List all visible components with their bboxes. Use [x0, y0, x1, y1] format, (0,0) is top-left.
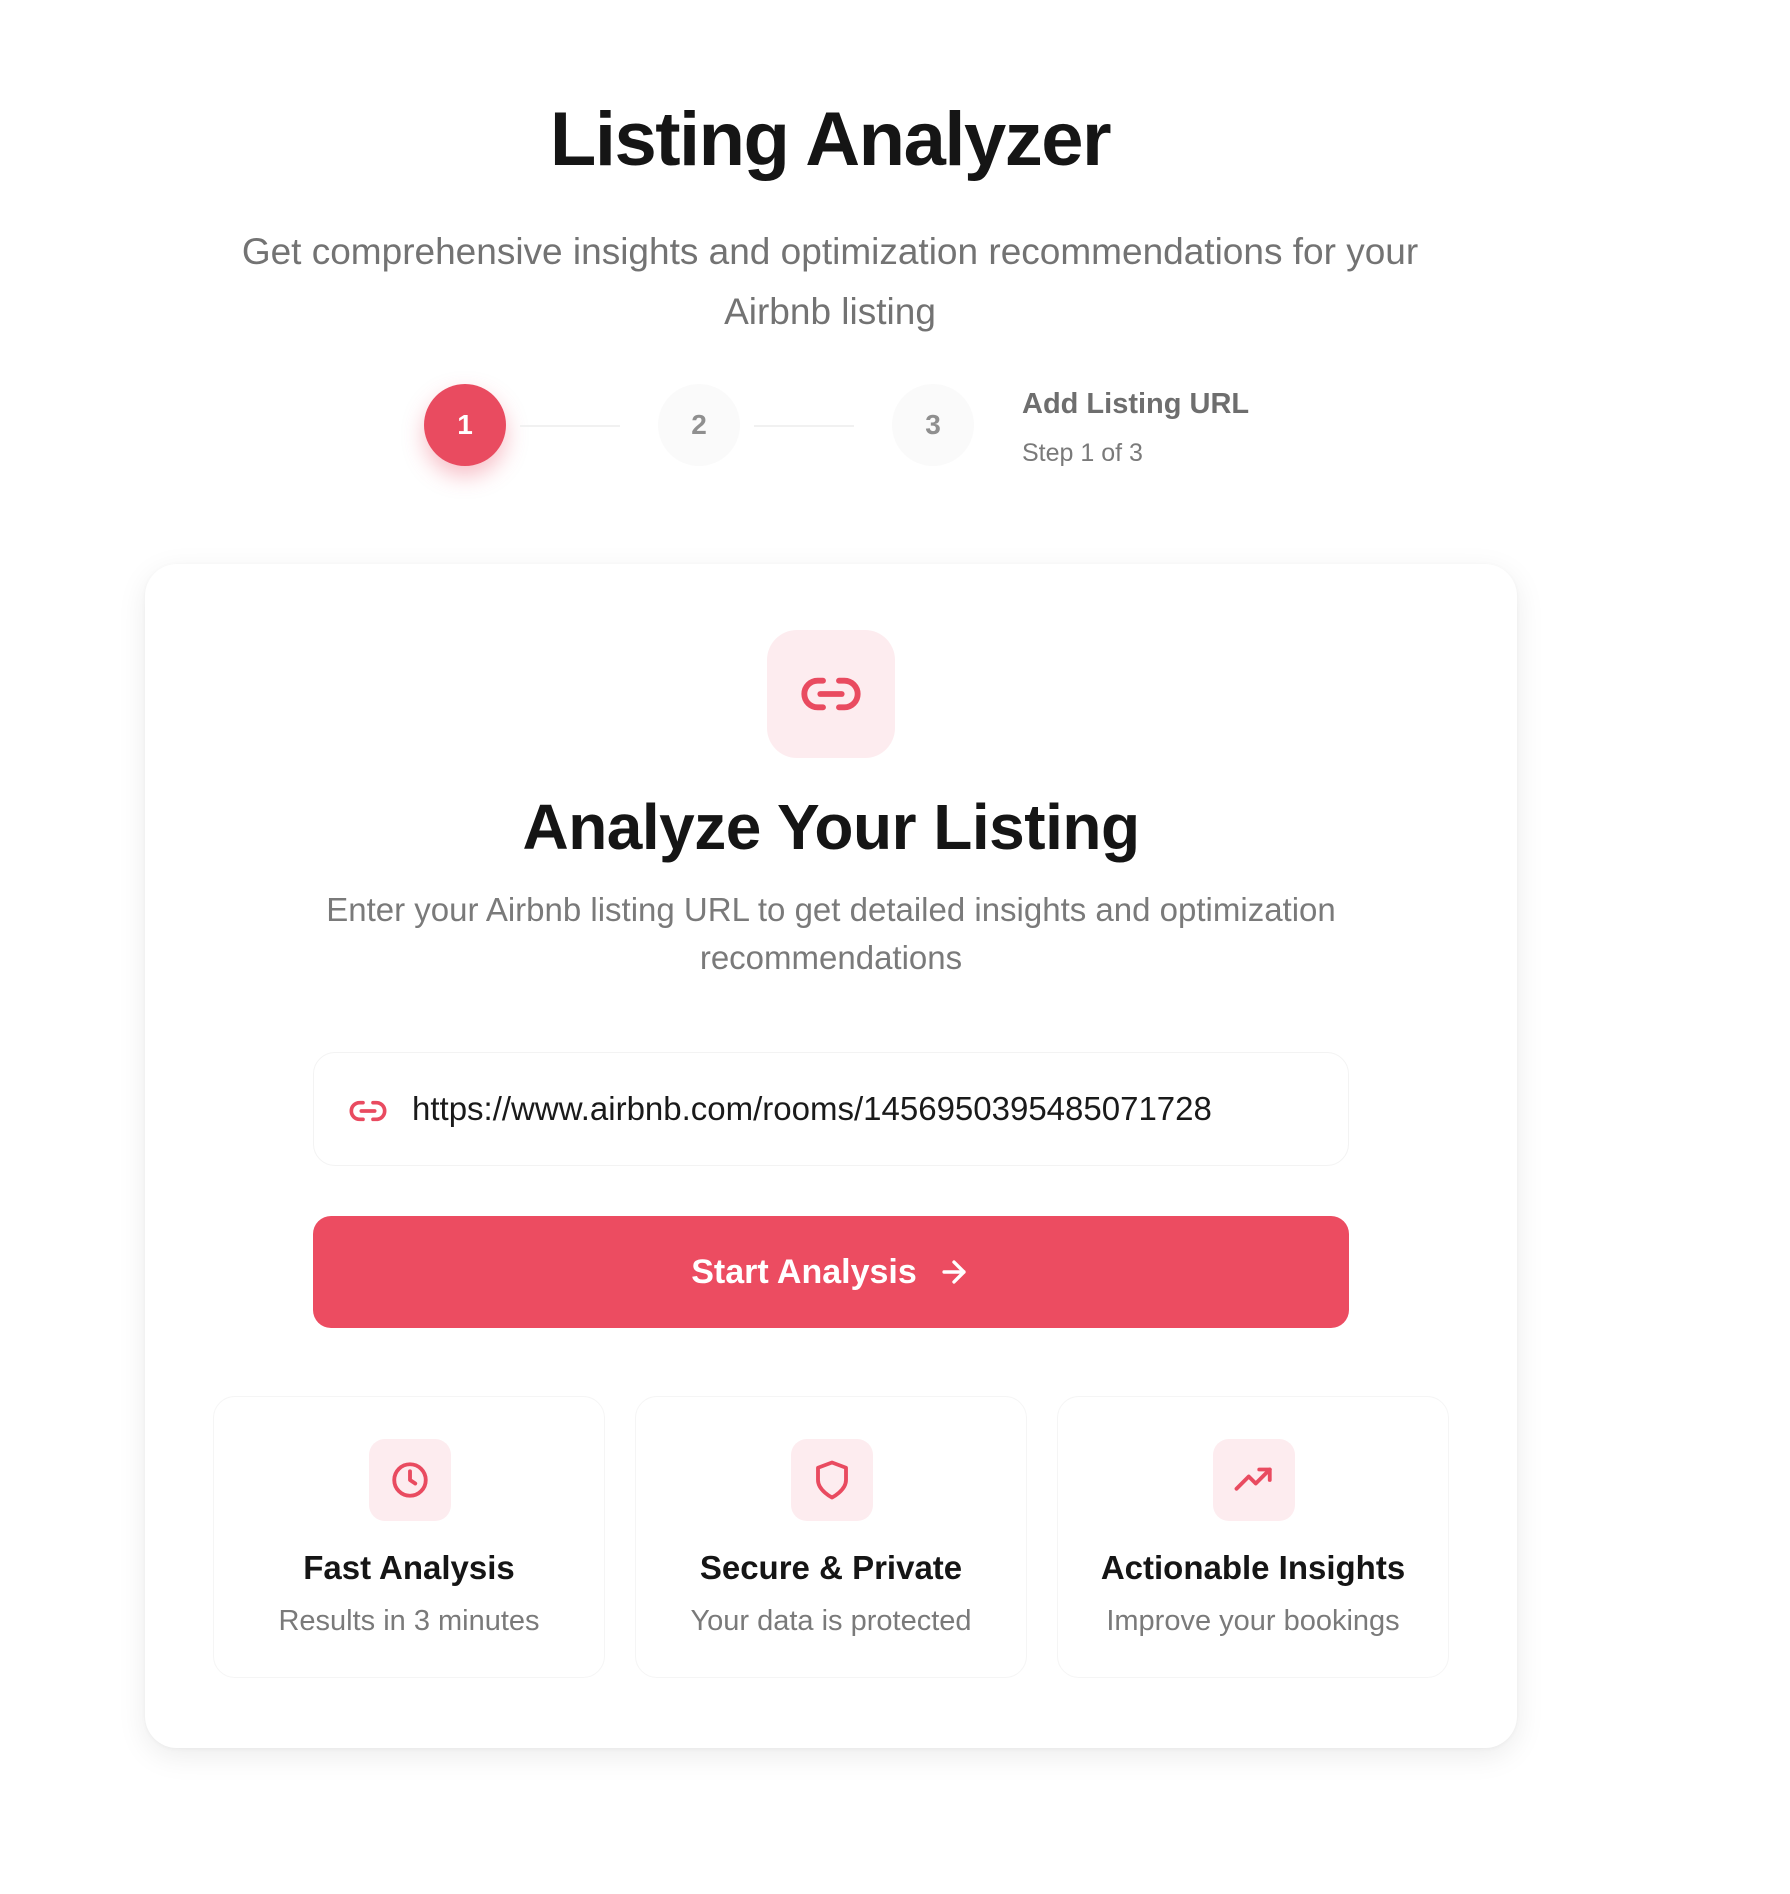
current-step-title: Add Listing URL — [1022, 388, 1250, 420]
clock-icon — [392, 1462, 428, 1498]
page-title: Listing Analyzer — [549, 97, 1112, 182]
feature-card-actionable-insights: Actionable Insights Improve your booking… — [1057, 1396, 1449, 1678]
current-step-count: Step 1 of 3 — [1022, 439, 1143, 467]
step-info: Add Listing URL Step 1 of 3 — [1022, 388, 1249, 468]
feature-icon-badge — [369, 1439, 451, 1521]
trending-up-icon — [1234, 1467, 1272, 1491]
analyze-card: Analyze Your Listing Enter your Airbnb l… — [145, 564, 1517, 1748]
page-subtitle: Get comprehensive insights and optimizat… — [241, 231, 1419, 332]
page: Listing Analyzer Get comprehensive insig… — [0, 0, 1790, 1894]
feature-description: Your data is protected — [690, 1605, 972, 1637]
step-2[interactable]: 2 — [658, 384, 740, 466]
listing-url-input[interactable] — [412, 1053, 1332, 1165]
feature-description: Improve your bookings — [1106, 1605, 1400, 1637]
stepper: 1 2 3 Add Listing URL Step 1 of 3 — [0, 384, 1790, 474]
feature-card-secure-private: Secure & Private Your data is protected — [635, 1396, 1027, 1678]
start-analysis-label: Start Analysis — [691, 1252, 917, 1291]
start-analysis-button[interactable]: Start Analysis — [313, 1216, 1349, 1328]
feature-title: Fast Analysis — [303, 1549, 515, 1586]
step-3[interactable]: 3 — [892, 384, 974, 466]
feature-description: Results in 3 minutes — [278, 1605, 540, 1637]
step-connector — [754, 425, 854, 427]
step-connector — [520, 425, 620, 427]
arrow-right-icon — [942, 1260, 966, 1284]
step-1[interactable]: 1 — [424, 384, 506, 466]
feature-icon-badge — [1213, 1439, 1295, 1521]
feature-icon-badge — [791, 1439, 873, 1521]
feature-title: Actionable Insights — [1100, 1549, 1406, 1586]
feature-card-fast-analysis: Fast Analysis Results in 3 minutes — [213, 1396, 605, 1678]
link-icon — [349, 1100, 387, 1122]
link-icon — [801, 677, 861, 711]
shield-icon — [816, 1460, 848, 1500]
card-icon-badge — [767, 630, 895, 758]
card-title: Analyze Your Listing — [522, 791, 1140, 863]
url-input-container[interactable] — [313, 1052, 1349, 1166]
feature-title: Secure & Private — [699, 1549, 963, 1586]
card-description: Enter your Airbnb listing URL to get det… — [326, 891, 1336, 976]
